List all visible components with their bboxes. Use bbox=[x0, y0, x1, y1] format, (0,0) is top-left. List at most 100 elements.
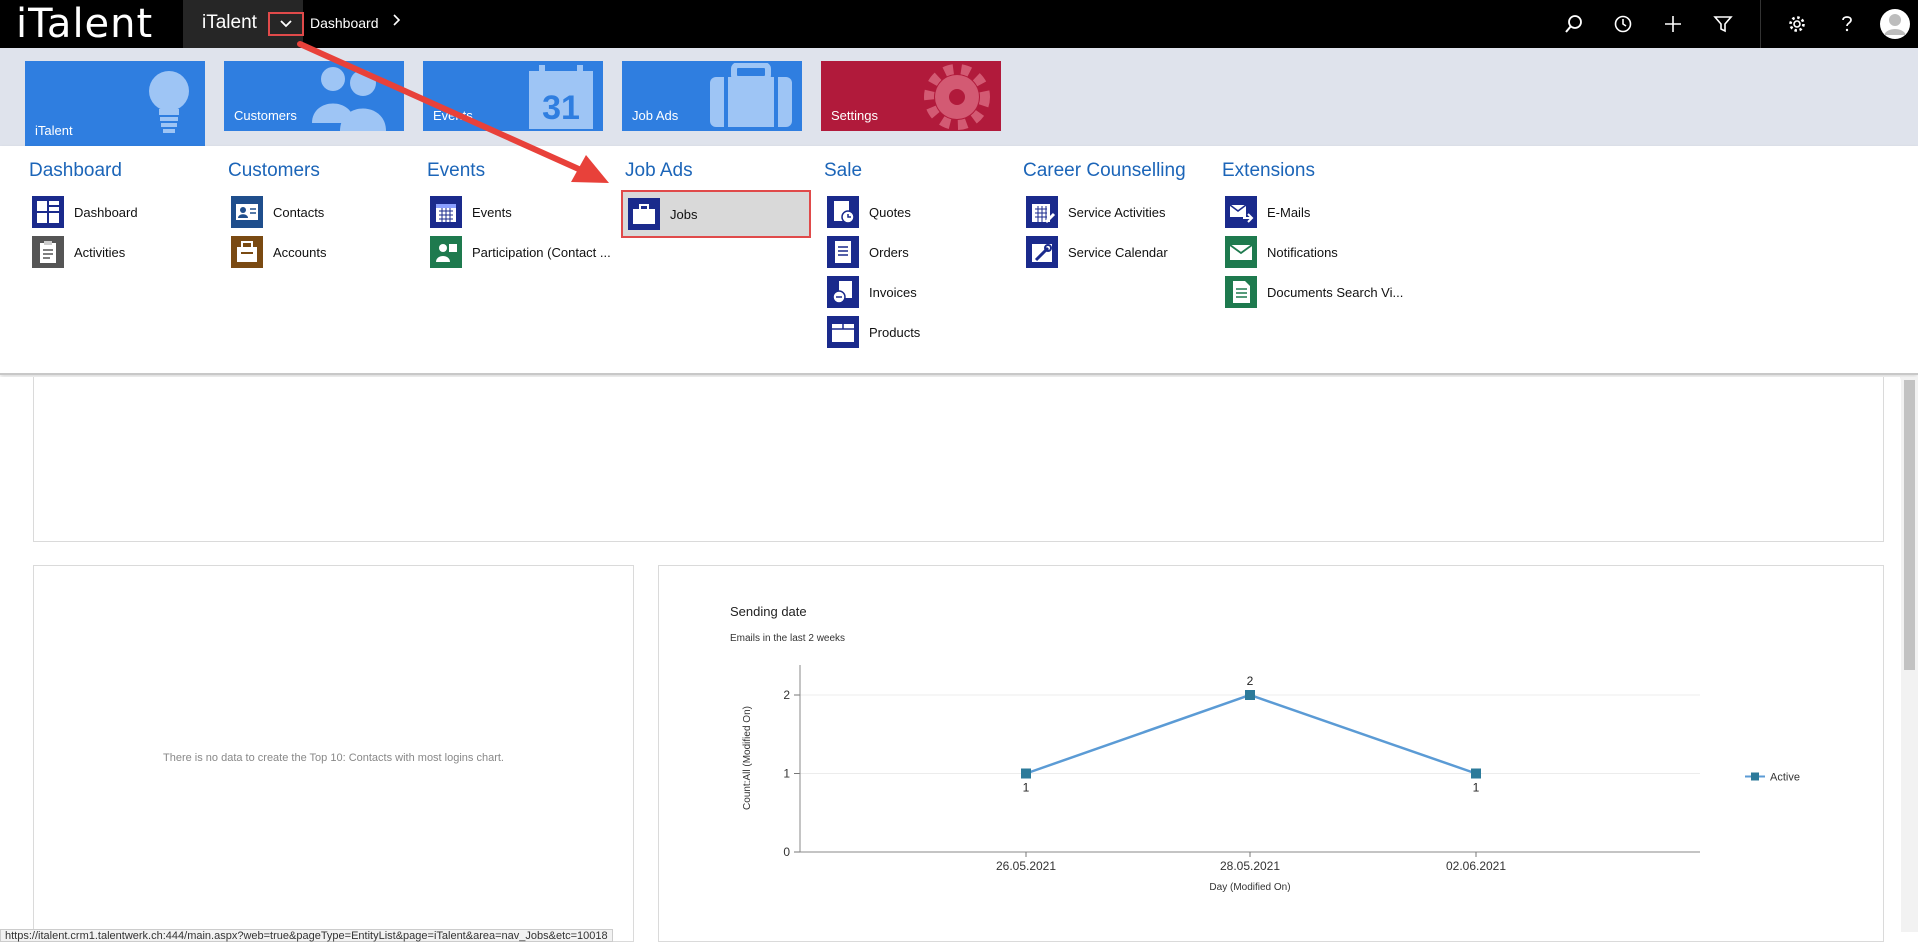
nav-group-dashboard: Dashboard Dashboard Activities bbox=[29, 160, 219, 272]
invoices-icon bbox=[827, 276, 859, 308]
people-icon bbox=[312, 67, 386, 131]
user-avatar-icon[interactable] bbox=[1879, 8, 1911, 40]
nav-item-label: Invoices bbox=[869, 284, 917, 300]
briefcase-icon bbox=[628, 198, 660, 230]
tile-label: Settings bbox=[831, 108, 878, 123]
chevron-down-icon bbox=[280, 20, 292, 28]
nav-item-label: Dashboard bbox=[74, 204, 138, 220]
nav-item-accounts[interactable]: Accounts bbox=[228, 232, 418, 272]
nav-group-title[interactable]: Career Counselling bbox=[1023, 160, 1213, 186]
nav-item-service-calendar[interactable]: Service Calendar bbox=[1023, 232, 1213, 272]
data-label: 1 bbox=[1023, 781, 1030, 795]
nav-item-activities[interactable]: Activities bbox=[29, 232, 219, 272]
plus-icon[interactable] bbox=[1661, 12, 1685, 36]
accounts-icon bbox=[231, 236, 263, 268]
orders-icon bbox=[827, 236, 859, 268]
nav-group-title[interactable]: Dashboard bbox=[29, 160, 219, 186]
nav-item-participation[interactable]: Participation (Contact ... bbox=[427, 232, 617, 272]
nav-item-contacts[interactable]: Contacts bbox=[228, 192, 418, 232]
breadcrumb-dashboard[interactable]: Dashboard bbox=[310, 15, 379, 31]
y-axis-title: Count:All (Modified On) bbox=[742, 706, 753, 810]
y-tick-label: 1 bbox=[783, 767, 790, 781]
data-label: 1 bbox=[1473, 781, 1480, 795]
service-activities-icon bbox=[1026, 196, 1058, 228]
nav-item-dashboard[interactable]: Dashboard bbox=[29, 192, 219, 232]
x-tick-label: 02.06.2021 bbox=[1446, 859, 1506, 873]
history-icon[interactable] bbox=[1611, 12, 1635, 36]
products-icon bbox=[827, 316, 859, 348]
nav-group-title[interactable]: Customers bbox=[228, 160, 418, 186]
nav-item-label: Contacts bbox=[273, 204, 325, 220]
app-name[interactable]: iTalent bbox=[202, 12, 257, 34]
vertical-scrollbar[interactable] bbox=[1901, 377, 1918, 932]
nav-item-jobs[interactable]: Jobs bbox=[621, 190, 811, 238]
gear-icon[interactable] bbox=[1785, 12, 1809, 36]
nav-item-emails[interactable]: E-Mails bbox=[1222, 192, 1412, 232]
chart-subtitle: Emails in the last 2 weeks bbox=[730, 633, 846, 644]
navigation-flyout-panel: Dashboard Dashboard Activities Customers… bbox=[0, 146, 1918, 375]
nav-group-title[interactable]: Events bbox=[427, 160, 617, 186]
nav-item-orders[interactable]: Orders bbox=[824, 232, 1014, 272]
area-tiles-bar: iTalent Customers 31 Events Job Ads Sett… bbox=[0, 48, 1918, 146]
nav-item-label: Events bbox=[472, 204, 512, 220]
nav-item-notifications[interactable]: Notifications bbox=[1222, 232, 1412, 272]
dashboard-icon bbox=[32, 196, 64, 228]
breadcrumb-chevron-right-icon[interactable] bbox=[392, 12, 402, 33]
nav-group-title[interactable]: Job Ads bbox=[625, 160, 815, 186]
service-calendar-icon bbox=[1026, 236, 1058, 268]
dashboard-card-top-contacts: There is no data to create the Top 10: C… bbox=[33, 565, 634, 942]
nav-group-title[interactable]: Extensions bbox=[1222, 160, 1412, 186]
nav-item-label: Jobs bbox=[670, 206, 698, 222]
tile-italent[interactable]: iTalent bbox=[25, 61, 205, 146]
tile-customers[interactable]: Customers bbox=[224, 61, 404, 131]
nav-item-label: Orders bbox=[869, 244, 909, 260]
scrollbar-thumb[interactable] bbox=[1904, 380, 1915, 670]
nav-item-service-activities[interactable]: Service Activities bbox=[1023, 192, 1213, 232]
nav-group-events: Events Events Participation (Contact ... bbox=[427, 160, 617, 272]
tile-label: Job Ads bbox=[632, 108, 679, 123]
x-axis-title: Day (Modified On) bbox=[1209, 882, 1290, 893]
data-point bbox=[1245, 690, 1255, 700]
nav-group-job-ads: Job Ads Jobs bbox=[621, 160, 815, 238]
nav-item-label: Documents Search Vi... bbox=[1267, 284, 1404, 300]
nav-group-extensions: Extensions E-Mails Notifications Documen… bbox=[1222, 160, 1412, 312]
nav-item-label: Accounts bbox=[273, 244, 327, 260]
email-icon bbox=[1225, 196, 1257, 228]
dashboard-card-top bbox=[33, 377, 1884, 542]
envelope-icon bbox=[1225, 236, 1257, 268]
search-icon[interactable] bbox=[1562, 12, 1586, 36]
nav-item-quotes[interactable]: Quotes bbox=[824, 192, 1014, 232]
contact-card-icon bbox=[231, 196, 263, 228]
calendar-day-number: 31 bbox=[542, 89, 580, 127]
data-point bbox=[1471, 768, 1481, 779]
lightbulb-icon bbox=[149, 71, 189, 133]
chart-labels: 0 1 2 26.05.2021 28.05.2021 02.06.2021 Day (Mo… bbox=[742, 674, 1800, 893]
calendar-31-icon: 31 bbox=[529, 65, 593, 129]
nav-item-products[interactable]: Products bbox=[824, 312, 1014, 352]
nav-item-label: Service Activities bbox=[1068, 204, 1166, 220]
filter-icon[interactable] bbox=[1711, 12, 1735, 36]
tile-settings[interactable]: Settings bbox=[821, 61, 1001, 131]
nav-item-label: Notifications bbox=[1267, 244, 1338, 260]
x-tick-label: 28.05.2021 bbox=[1220, 859, 1280, 873]
document-icon bbox=[1225, 276, 1257, 308]
gear-icon bbox=[924, 64, 990, 130]
chart-series bbox=[1021, 690, 1481, 779]
top-navigation-bar: iTalent iTalent Dashboard bbox=[0, 0, 1918, 48]
data-point bbox=[1021, 768, 1031, 779]
tile-job-ads[interactable]: Job Ads bbox=[622, 61, 802, 131]
nav-item-invoices[interactable]: Invoices bbox=[824, 272, 1014, 312]
briefcase-icon bbox=[710, 63, 792, 127]
sending-date-line-chart: 0 1 2 26.05.2021 28.05.2021 02.06.2021 Day (Mo… bbox=[742, 665, 1800, 893]
app-dropdown-button[interactable] bbox=[268, 12, 304, 36]
data-label: 2 bbox=[1247, 674, 1254, 688]
tile-label: Events bbox=[433, 108, 473, 123]
nav-item-label: Products bbox=[869, 324, 921, 340]
nav-group-title[interactable]: Sale bbox=[824, 160, 1014, 186]
help-icon[interactable] bbox=[1835, 12, 1859, 36]
italent-logo[interactable]: iTalent bbox=[16, 4, 153, 44]
toolbar-divider bbox=[1760, 0, 1761, 48]
nav-item-events[interactable]: Events bbox=[427, 192, 617, 232]
tile-events[interactable]: 31 Events bbox=[423, 61, 603, 131]
nav-item-documents-search[interactable]: Documents Search Vi... bbox=[1222, 272, 1412, 312]
